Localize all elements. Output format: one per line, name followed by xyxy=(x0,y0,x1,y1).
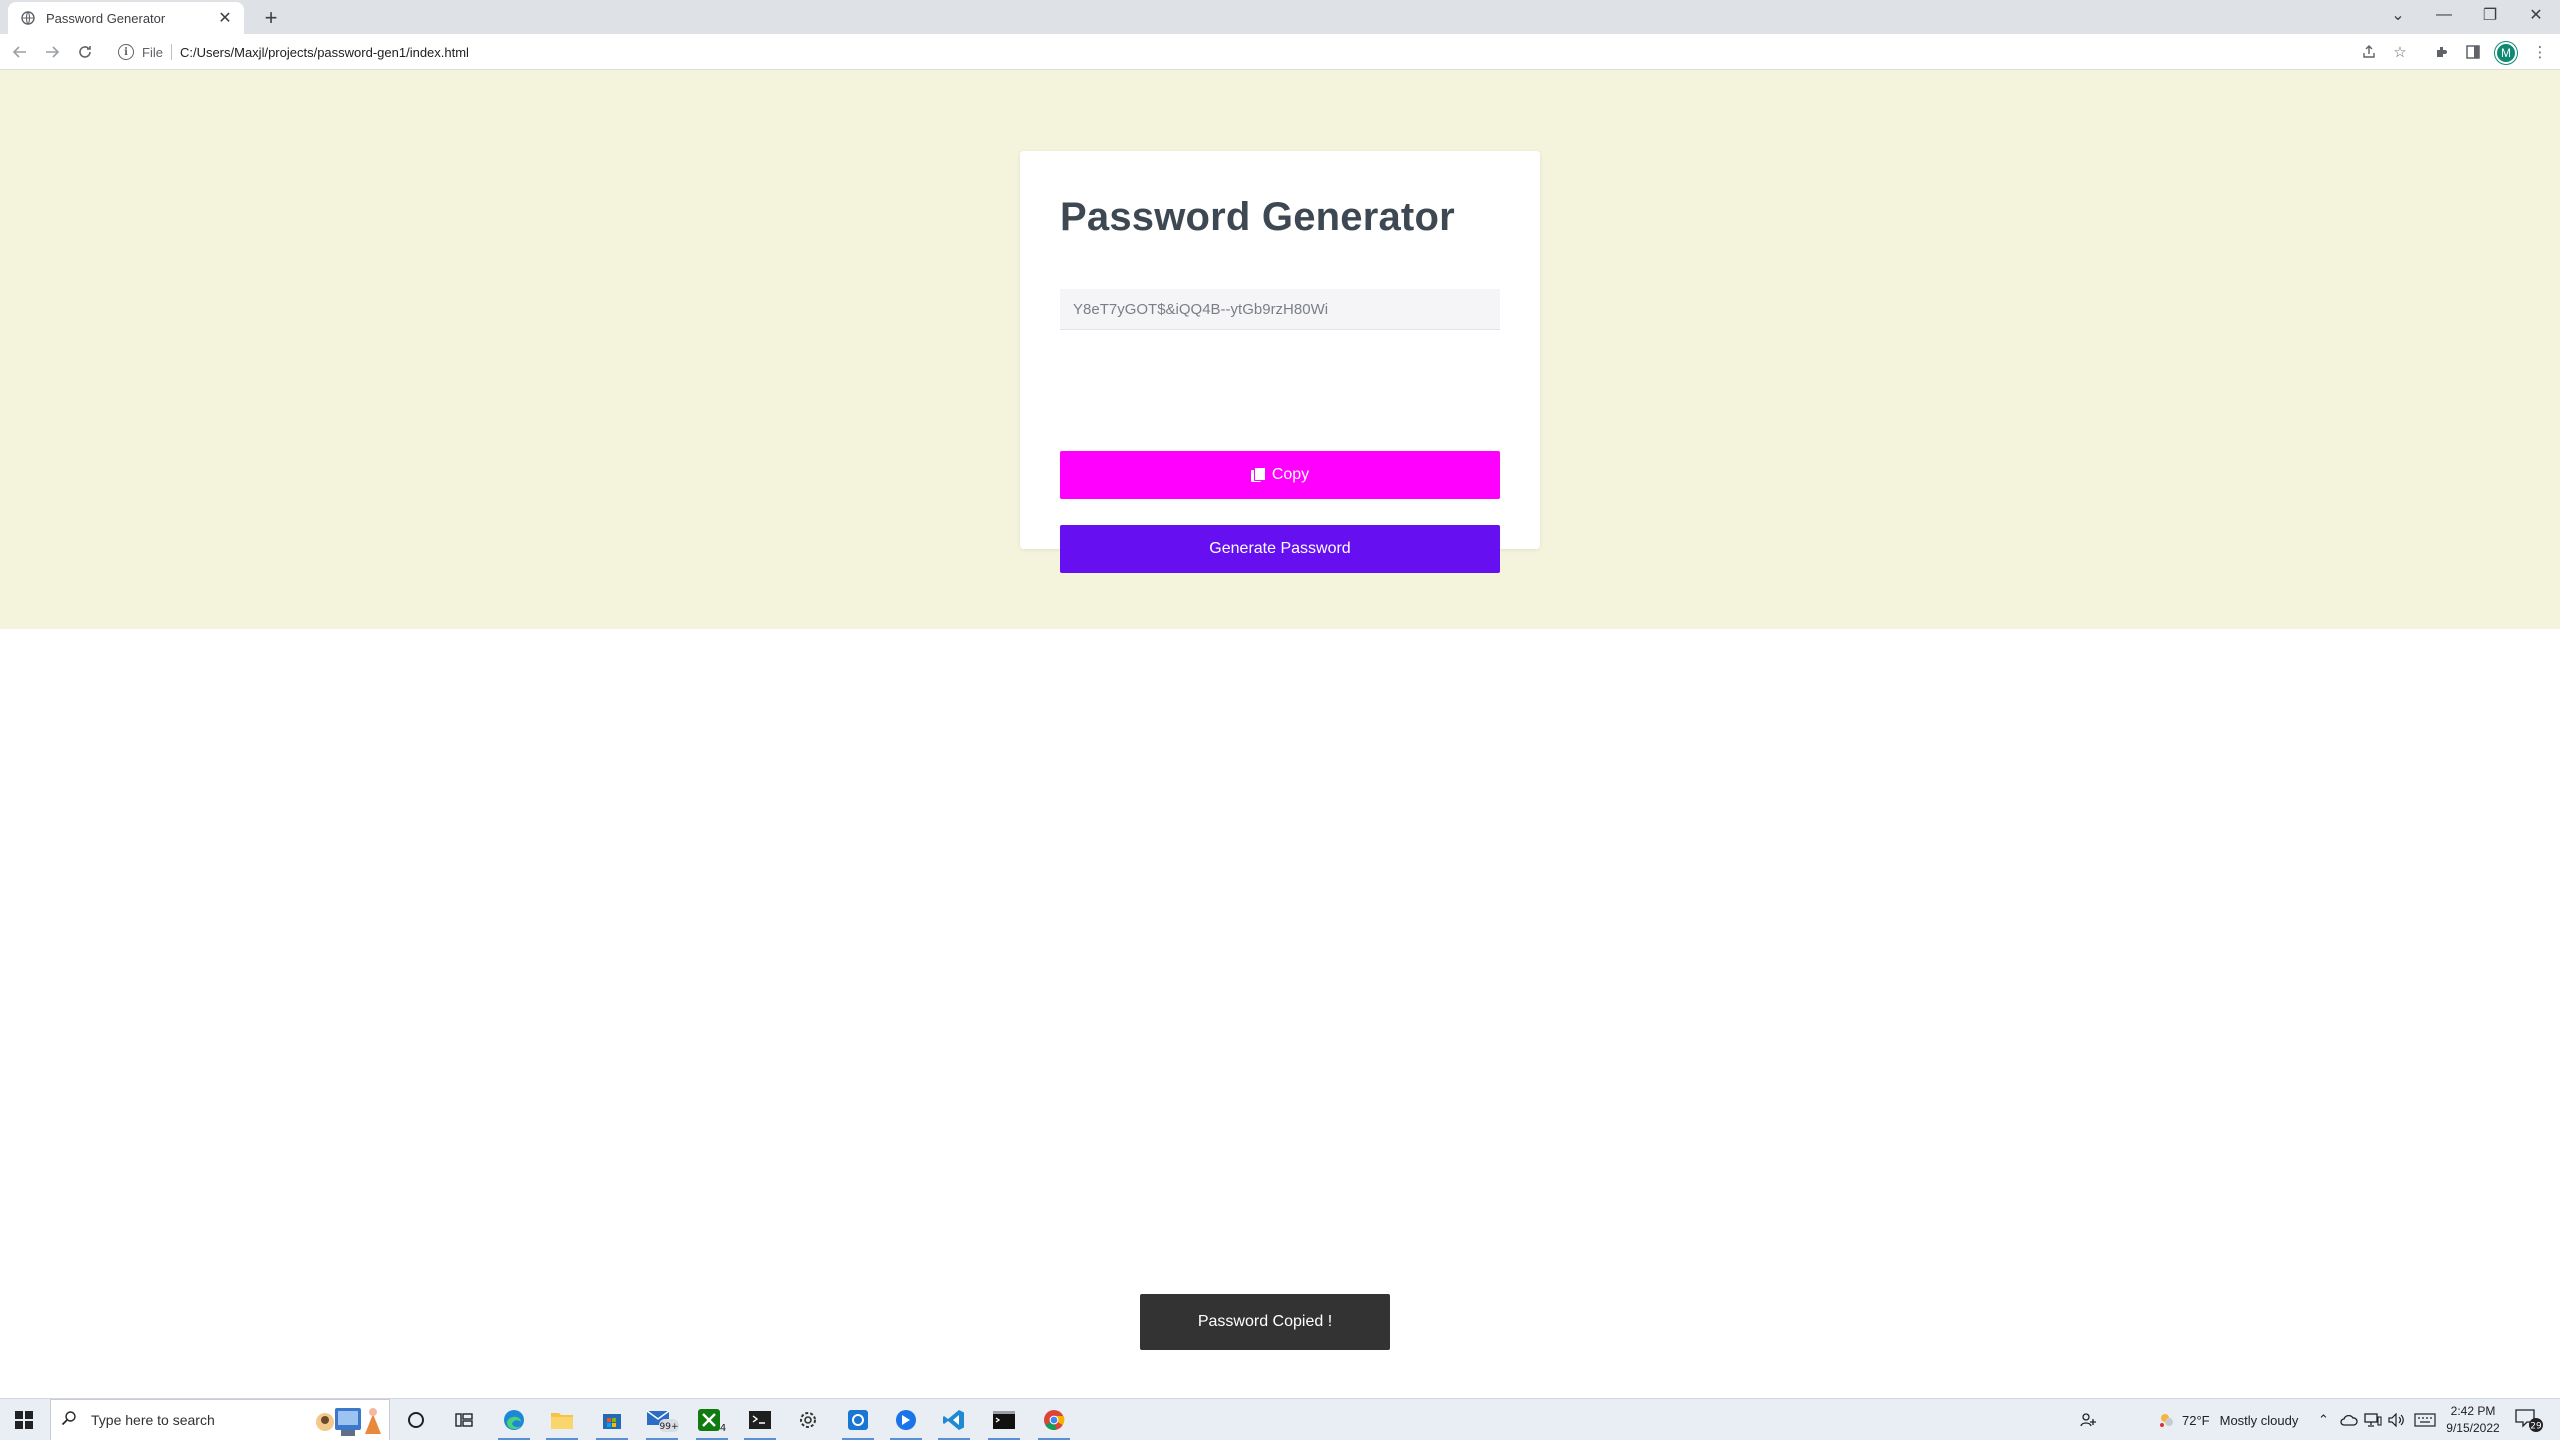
globe-icon xyxy=(20,10,36,26)
xbox-badge: 4 xyxy=(720,1423,726,1433)
url-text[interactable]: C:/Users/Maxjl/projects/password-gen1/in… xyxy=(180,45,469,60)
onedrive-cloud-icon[interactable] xyxy=(2340,1399,2358,1440)
extensions-icon[interactable] xyxy=(2432,42,2452,62)
profile-avatar[interactable]: M xyxy=(2495,42,2517,64)
reload-icon[interactable] xyxy=(73,40,97,64)
info-icon[interactable]: i xyxy=(118,44,134,60)
store-icon[interactable] xyxy=(588,1399,636,1440)
side-panel-icon[interactable] xyxy=(2463,42,2483,62)
people-icon[interactable] xyxy=(2080,1399,2098,1440)
close-window-icon[interactable]: ✕ xyxy=(2513,0,2559,30)
cortana-icon[interactable] xyxy=(392,1399,440,1440)
taskbar-clock[interactable]: 2:42 PM 9/15/2022 xyxy=(2440,1403,2506,1437)
weather-desc: Mostly cloudy xyxy=(2219,1412,2299,1428)
generator-card: Password Generator Copy Generate Passwor… xyxy=(1020,151,1540,573)
back-icon[interactable] xyxy=(8,40,32,64)
xbox-icon[interactable]: 4 xyxy=(688,1399,736,1440)
mail-badge: 99+ xyxy=(660,1422,679,1432)
minimize-icon[interactable]: — xyxy=(2421,0,2467,30)
weather-temp: 72°F xyxy=(2182,1412,2210,1428)
weather-widget[interactable]: 72°F Mostly cloudy xyxy=(2158,1399,2298,1440)
url-separator xyxy=(170,44,172,60)
chrome-icon[interactable] xyxy=(1030,1399,1078,1440)
taskbar-search-box[interactable]: Type here to search xyxy=(50,1399,390,1440)
edge-browser-icon[interactable] xyxy=(490,1399,538,1440)
browser-tab[interactable]: Password Generator ✕ xyxy=(8,2,244,34)
clock-time: 2:42 PM xyxy=(2450,1404,2496,1418)
password-output-field[interactable] xyxy=(1060,289,1500,330)
clock-date: 9/15/2022 xyxy=(2446,1421,2500,1435)
search-placeholder: Type here to search xyxy=(91,1412,215,1428)
search-highlight-illustration-icon xyxy=(316,1408,381,1436)
notification-count: 29 xyxy=(2530,1422,2542,1432)
hero-section: Password Generator Copy Generate Passwor… xyxy=(0,70,2560,629)
tab-title: Password Generator xyxy=(46,10,166,26)
browser-tab-strip: Password Generator ✕ + ⌄ — ❐ ✕ xyxy=(0,0,2560,34)
restore-icon[interactable]: ❐ xyxy=(2467,0,2513,30)
menu-kebab-icon[interactable]: ⋮ xyxy=(2530,42,2550,62)
weather-cloud-icon xyxy=(2160,1414,2173,1427)
mail-icon[interactable]: 99+ xyxy=(638,1399,686,1440)
show-hidden-icons-chevron-icon[interactable]: ⌃ xyxy=(2318,1399,2329,1440)
windows-taskbar: Type here to search 99+ 4 72°F Mostly cl… xyxy=(0,1398,2560,1440)
page-title: Password Generator xyxy=(1060,195,1455,239)
volume-icon[interactable] xyxy=(2388,1399,2406,1440)
forward-icon[interactable] xyxy=(40,40,64,64)
copy-button-label: Copy xyxy=(1271,466,1310,483)
copy-button[interactable]: Copy xyxy=(1060,451,1500,499)
new-tab-icon[interactable]: + xyxy=(259,5,283,30)
url-scheme: File xyxy=(142,44,163,60)
console-window-icon[interactable] xyxy=(980,1399,1028,1440)
task-view-icon[interactable] xyxy=(440,1399,488,1440)
file-explorer-icon[interactable] xyxy=(538,1399,586,1440)
tab-search-icon[interactable]: ⌄ xyxy=(2375,0,2421,30)
page-viewport: Password Generator Copy Generate Passwor… xyxy=(0,70,2560,1398)
network-icon[interactable] xyxy=(2364,1399,2382,1440)
app-blue-square-icon[interactable] xyxy=(834,1399,882,1440)
settings-gear-icon[interactable] xyxy=(784,1399,832,1440)
vscode-icon[interactable] xyxy=(930,1399,978,1440)
app-blue-circle-icon[interactable] xyxy=(882,1399,930,1440)
address-bar[interactable]: i File C:/Users/Maxjl/projects/password-… xyxy=(108,37,2400,67)
notification-center-icon[interactable]: 29 xyxy=(2514,1399,2544,1440)
browser-toolbar: i File C:/Users/Maxjl/projects/password-… xyxy=(0,34,2560,70)
share-icon[interactable] xyxy=(2359,42,2379,62)
keyboard-icon[interactable] xyxy=(2414,1399,2436,1440)
search-icon xyxy=(61,1410,77,1431)
close-tab-icon[interactable]: ✕ xyxy=(216,9,234,27)
copy-icon xyxy=(1250,467,1266,483)
copied-toast: Password Copied ! xyxy=(1140,1294,1390,1350)
terminal-icon[interactable] xyxy=(736,1399,784,1440)
generate-password-button[interactable]: Generate Password xyxy=(1060,525,1500,573)
windows-start-icon[interactable] xyxy=(0,1399,48,1440)
bookmark-star-icon[interactable]: ☆ xyxy=(2390,42,2410,62)
